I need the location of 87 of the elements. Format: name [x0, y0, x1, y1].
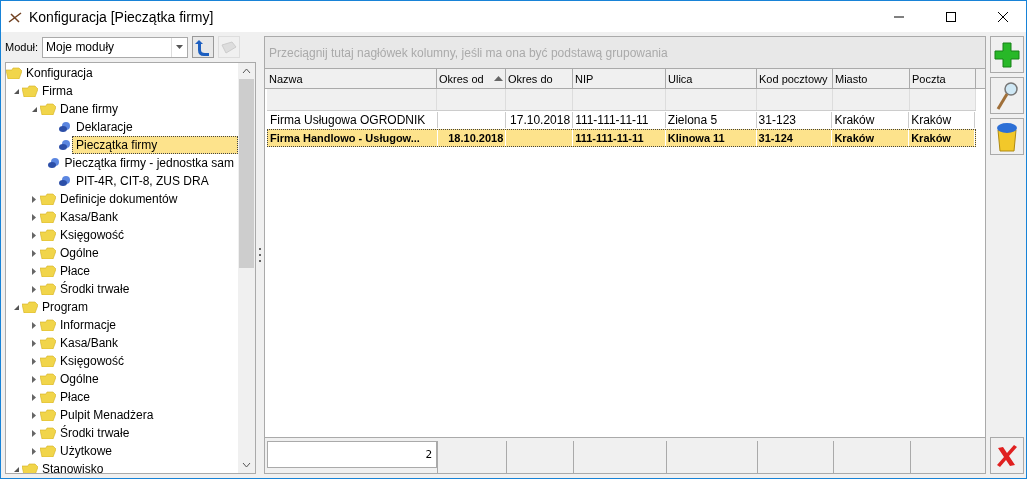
table-cell: Firma Handlowo - Usługow... — [268, 130, 438, 146]
add-button[interactable] — [990, 36, 1024, 73]
search-button[interactable] — [990, 77, 1024, 114]
close-icon — [995, 443, 1019, 468]
column-header[interactable]: Okres do — [506, 69, 573, 88]
tree-item[interactable]: Płace — [56, 388, 95, 406]
folder-icon — [40, 391, 56, 403]
table-cell: 18.10.2018 — [437, 130, 507, 146]
tree-item[interactable]: Deklaracje — [72, 118, 137, 136]
tree-item[interactable]: Pulpit Menadżera — [56, 406, 158, 424]
stamp-icon — [58, 121, 72, 133]
tree-item[interactable]: Informacje — [56, 316, 121, 334]
table-cell: 31-123 — [756, 112, 833, 128]
tree-item[interactable]: Kasa/Bank — [56, 208, 123, 226]
stamp-icon — [58, 139, 72, 151]
tree-item[interactable]: Ogólne — [56, 370, 103, 388]
table-row[interactable]: Firma Usługowa OGRODNIK 17.10.2018 111-111-11-11 Zielona 5 31-123 Kraków Kraków — [267, 111, 976, 129]
tree-item[interactable]: Płace — [56, 262, 95, 280]
table-cell: 111-111-11-11 — [573, 130, 666, 146]
table-cell: 31-124 — [756, 130, 833, 146]
folder-icon — [40, 319, 56, 331]
folder-icon — [40, 373, 56, 385]
folder-icon — [22, 85, 38, 97]
table-cell: Zielona 5 — [665, 112, 757, 128]
folder-icon — [40, 211, 56, 223]
splitter-grip-icon[interactable] — [258, 248, 262, 262]
tree-item[interactable]: Program — [38, 298, 92, 316]
tree-item[interactable]: Stanowisko — [38, 460, 108, 473]
close-icon — [998, 11, 1008, 22]
table-cell: Firma Usługowa OGRODNIK — [268, 112, 438, 128]
table-cell: Klinowa 11 — [665, 130, 757, 146]
tree-item[interactable]: Dane firmy — [56, 100, 122, 118]
stamp-icon — [46, 157, 61, 169]
folder-icon — [40, 409, 56, 421]
table-row[interactable]: Firma Handlowo - Usługow... 18.10.2018 111-111-11-11 Klinowa 11 31-124 Kraków Kraków — [267, 129, 976, 147]
folder-icon — [40, 355, 56, 367]
record-count: 2 — [267, 441, 437, 468]
folder-icon — [40, 337, 56, 349]
column-header[interactable]: Kod pocztowy — [757, 69, 833, 88]
tree-item[interactable]: Definicje dokumentów — [56, 190, 182, 208]
group-hint: Przeciągnij tutaj nagłówek kolumny, jeśli ma ona być podstawą grupowania — [265, 37, 985, 69]
dropdown-arrow-icon — [176, 45, 184, 49]
column-header[interactable]: Nazwa — [267, 69, 437, 88]
tree-item[interactable]: Księgowość — [56, 352, 129, 370]
folder-icon — [40, 229, 56, 241]
table-cell: 111-111-11-11 — [573, 112, 666, 128]
table-cell: Kraków — [832, 112, 910, 128]
table-cell: Kraków — [909, 112, 975, 128]
stamp-icon — [58, 175, 72, 187]
column-header[interactable]: Miasto — [833, 69, 910, 88]
tree-item[interactable]: Księgowość — [56, 226, 129, 244]
column-header[interactable]: Poczta — [910, 69, 976, 88]
tree-item[interactable]: Ogólne — [56, 244, 103, 262]
tree-item[interactable]: Firma — [38, 82, 77, 100]
table-cell: Kraków — [832, 130, 910, 146]
tree-item[interactable]: Konfiguracja — [22, 64, 97, 82]
close-button[interactable] — [990, 437, 1024, 474]
tree-item[interactable]: PIT-4R, CIT-8, ZUS DRA — [72, 172, 213, 190]
folder-icon — [22, 463, 38, 473]
module-dropdown[interactable]: Moje moduły — [42, 36, 189, 58]
folder-icon — [40, 103, 56, 115]
tree-item[interactable]: Użytkowe — [56, 442, 116, 460]
folder-icon — [40, 247, 56, 259]
maximize-icon — [946, 11, 956, 22]
delete-button[interactable] — [990, 118, 1024, 155]
refresh-button[interactable] — [192, 36, 215, 58]
folder-icon — [40, 427, 56, 439]
tree-item[interactable]: Pieczątka firmy — [72, 136, 238, 154]
folder-icon — [40, 283, 56, 295]
folder-icon — [6, 67, 22, 79]
table-cell: Kraków — [909, 130, 975, 146]
tree-item[interactable]: Środki trwałe — [56, 424, 134, 442]
sort-icon — [494, 76, 503, 81]
column-header[interactable]: Ulica — [666, 69, 757, 88]
window-title: Konfiguracja [Pieczątka firmy] — [29, 8, 215, 25]
column-header[interactable]: Okres od — [437, 69, 506, 88]
tree-item[interactable]: Środki trwałe — [56, 280, 134, 298]
folder-icon — [40, 193, 56, 205]
tree-item[interactable]: Kasa/Bank — [56, 334, 123, 352]
scrollbar[interactable] — [238, 63, 255, 473]
folder-icon — [40, 445, 56, 457]
module-label: Moduł: — [5, 41, 39, 53]
tree-item[interactable]: Pieczątka firmy - jednostka sam — [60, 154, 238, 172]
column-header[interactable]: NIP — [573, 69, 666, 88]
folder-icon — [40, 265, 56, 277]
folder-icon — [22, 301, 38, 313]
table-cell: 17.10.2018 — [506, 112, 574, 128]
